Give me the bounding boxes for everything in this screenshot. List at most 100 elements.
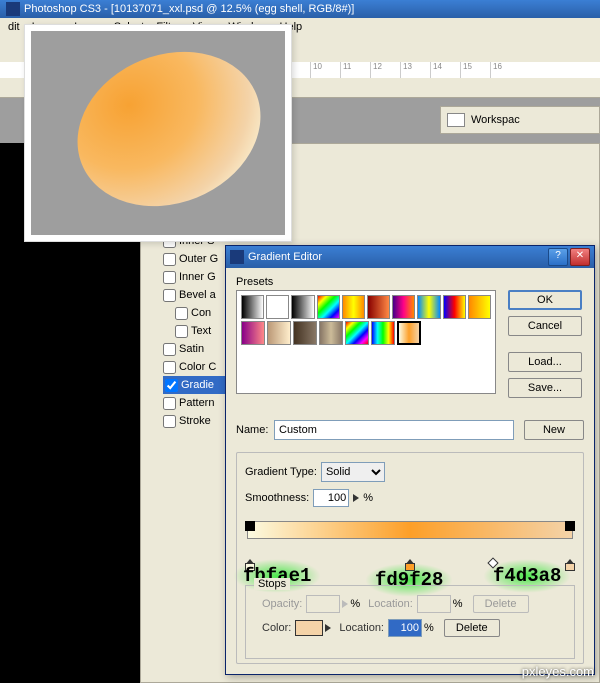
style-checkbox[interactable] xyxy=(165,379,178,392)
style-label: Bevel a xyxy=(179,289,216,301)
preset-swatch[interactable] xyxy=(443,295,466,319)
stop-opacity-input xyxy=(306,595,340,613)
cancel-button[interactable]: Cancel xyxy=(508,316,582,336)
preset-swatch[interactable] xyxy=(468,295,491,319)
style-label: Text xyxy=(191,325,211,337)
style-checkbox[interactable] xyxy=(163,271,176,284)
style-label: Con xyxy=(191,307,211,319)
opacity-stop[interactable] xyxy=(565,521,575,531)
style-checkbox[interactable] xyxy=(163,289,176,302)
style-checkbox[interactable] xyxy=(163,361,176,374)
save-button[interactable]: Save... xyxy=(508,378,582,398)
new-button[interactable]: New xyxy=(524,420,584,440)
help-icon[interactable]: ? xyxy=(548,248,568,266)
stop-location-label: Location: xyxy=(339,622,384,634)
style-item[interactable]: Satin xyxy=(163,340,225,358)
app-icon xyxy=(6,2,20,16)
stop-location-input xyxy=(417,595,451,613)
chevron-down-icon[interactable] xyxy=(353,494,359,502)
chevron-down-icon[interactable] xyxy=(325,624,331,632)
style-item[interactable]: Outer G xyxy=(163,250,225,268)
gradient-type-select[interactable]: Solid xyxy=(321,462,385,482)
gradient-editor-dialog: Gradient Editor ? ✕ Presets xyxy=(225,245,595,675)
preset-swatch[interactable] xyxy=(342,295,365,319)
preset-swatch[interactable] xyxy=(293,321,317,345)
name-label: Name: xyxy=(236,424,274,436)
gradient-editor-titlebar[interactable]: Gradient Editor ? ✕ xyxy=(226,246,594,268)
load-button[interactable]: Load... xyxy=(508,352,582,372)
style-item[interactable]: Stroke xyxy=(163,412,225,430)
stop-color-label: Color: xyxy=(262,622,291,634)
close-icon[interactable]: ✕ xyxy=(570,248,590,266)
style-checkbox[interactable] xyxy=(163,253,176,266)
style-item[interactable]: Pattern xyxy=(163,394,225,412)
workspace-label: Workspac xyxy=(471,114,520,126)
hex-annotation: f4d3a8 xyxy=(493,565,561,587)
stops-legend: Stops xyxy=(254,578,290,590)
window-titlebar: Photoshop CS3 - [10137071_xxl.psd @ 12.5… xyxy=(0,0,600,18)
style-item[interactable]: Bevel a xyxy=(163,286,225,304)
smoothness-input[interactable] xyxy=(313,489,349,507)
window-title: Photoshop CS3 - [10137071_xxl.psd @ 12.5… xyxy=(24,3,354,15)
color-swatch[interactable] xyxy=(295,620,323,636)
opacity-stop[interactable] xyxy=(245,521,255,531)
preset-swatch[interactable] xyxy=(397,321,421,345)
preset-swatch[interactable] xyxy=(371,321,395,345)
preset-grid[interactable] xyxy=(236,290,496,394)
color-stop[interactable] xyxy=(565,559,575,569)
preset-swatch[interactable] xyxy=(241,321,265,345)
chevron-down-icon xyxy=(342,600,348,608)
smoothness-label: Smoothness: xyxy=(245,492,309,504)
gradient-type-label: Gradient Type: xyxy=(245,466,317,478)
preset-swatch[interactable] xyxy=(319,321,343,345)
gradient-bar[interactable] xyxy=(245,521,575,569)
preset-swatch[interactable] xyxy=(266,295,289,319)
style-label: Inner G xyxy=(179,271,216,283)
style-checkbox[interactable] xyxy=(163,397,176,410)
preset-swatch[interactable] xyxy=(241,295,264,319)
delete-button: Delete xyxy=(473,595,529,613)
style-label: Gradie xyxy=(181,379,214,391)
style-checkbox[interactable] xyxy=(163,415,176,428)
ok-button[interactable]: OK xyxy=(508,290,582,310)
style-label: Pattern xyxy=(179,397,214,409)
style-item[interactable]: Con xyxy=(163,304,225,322)
presets-label: Presets xyxy=(236,276,584,288)
preset-swatch[interactable] xyxy=(417,295,440,319)
style-item[interactable]: Gradie xyxy=(163,376,225,394)
egg-shape xyxy=(54,25,284,233)
stop-location-label: Location: xyxy=(368,598,413,610)
menu-edit[interactable]: dit xyxy=(2,19,26,35)
style-item[interactable]: Text xyxy=(163,322,225,340)
style-checkbox[interactable] xyxy=(175,325,188,338)
workspace-icon xyxy=(447,113,465,127)
style-item[interactable]: Color C xyxy=(163,358,225,376)
stop-location-input[interactable] xyxy=(388,619,422,637)
style-label: Color C xyxy=(179,361,216,373)
workspace-bar[interactable]: Workspac xyxy=(440,106,600,134)
style-list: Inner SOuter GInner GBevel aConTextSatin… xyxy=(163,232,225,430)
gradient-preview-bar[interactable] xyxy=(247,521,573,539)
style-checkbox[interactable] xyxy=(163,343,176,356)
preset-swatch[interactable] xyxy=(267,321,291,345)
name-input[interactable] xyxy=(274,420,514,440)
style-item[interactable]: Inner G xyxy=(163,268,225,286)
style-checkbox[interactable] xyxy=(175,307,188,320)
style-label: Stroke xyxy=(179,415,211,427)
delete-button[interactable]: Delete xyxy=(444,619,500,637)
dialog-icon xyxy=(230,250,244,264)
preset-swatch[interactable] xyxy=(367,295,390,319)
preset-swatch[interactable] xyxy=(317,295,340,319)
preset-swatch[interactable] xyxy=(392,295,415,319)
preview-overlay xyxy=(24,24,292,242)
gradient-editor-title: Gradient Editor xyxy=(248,251,322,263)
watermark: pxleyes.com xyxy=(522,664,594,679)
style-label: Outer G xyxy=(179,253,218,265)
color-stop[interactable] xyxy=(405,559,415,569)
stops-group: Stops Opacity: % Location: % Delete Colo… xyxy=(245,585,575,659)
preview-canvas xyxy=(31,31,285,235)
style-label: Satin xyxy=(179,343,204,355)
preset-swatch[interactable] xyxy=(345,321,369,345)
stop-opacity-label: Opacity: xyxy=(262,598,302,610)
preset-swatch[interactable] xyxy=(291,295,314,319)
